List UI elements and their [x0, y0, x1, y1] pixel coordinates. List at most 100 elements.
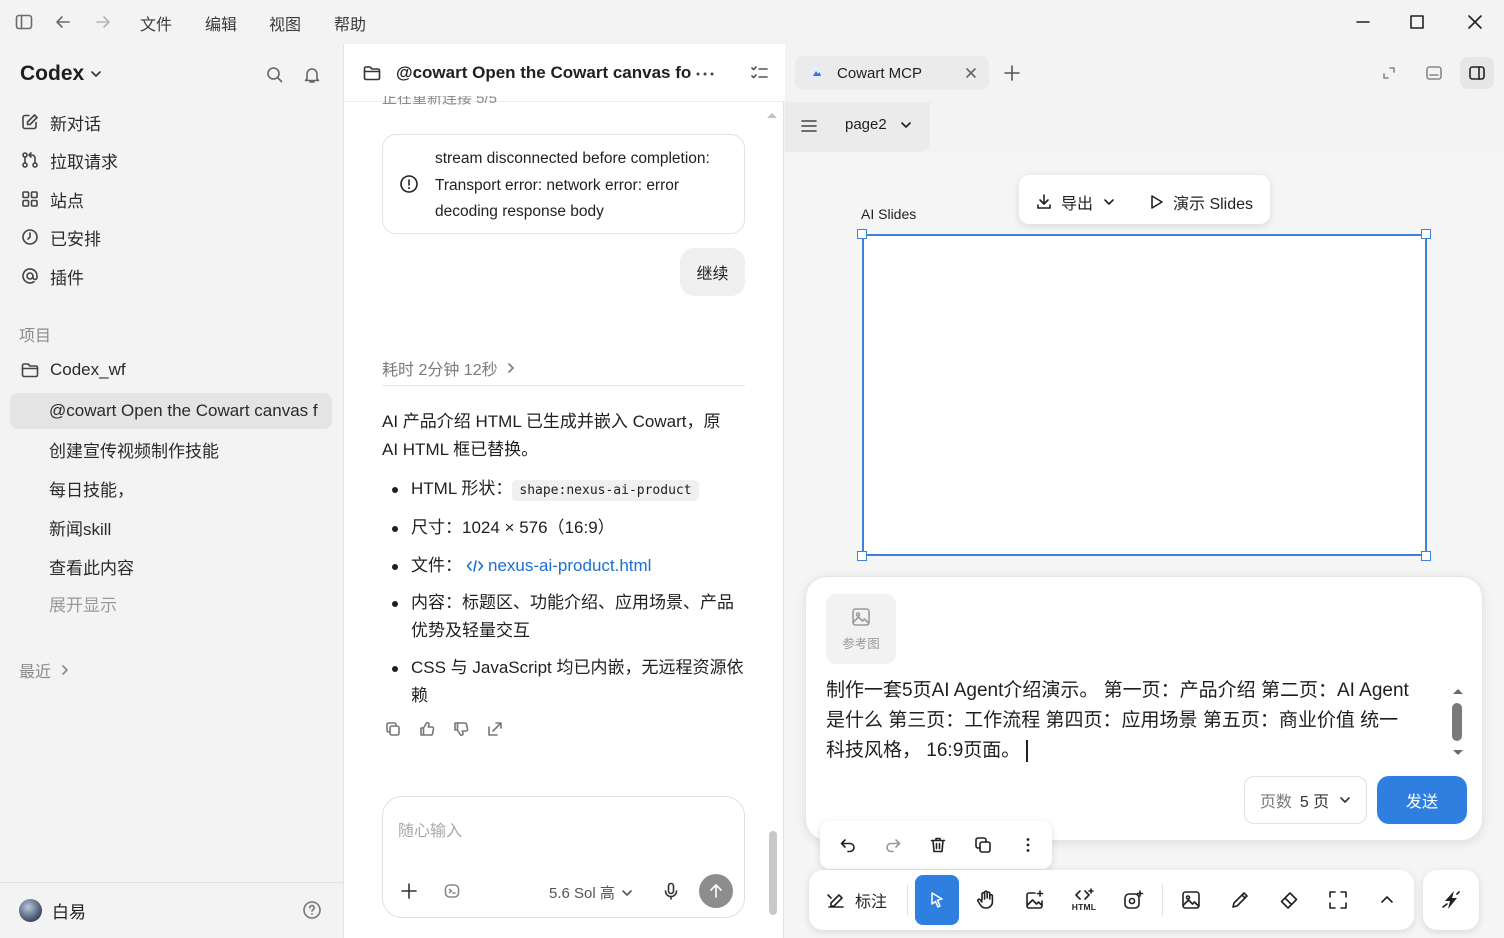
collapse-toolbar[interactable] — [1365, 876, 1409, 924]
thread-item[interactable]: 新闻skill — [10, 509, 332, 545]
html-tool[interactable]: HTML — [1062, 876, 1106, 924]
reference-image-button[interactable]: 参考图 — [826, 594, 896, 664]
add-icon[interactable] — [399, 881, 419, 901]
expand-icon[interactable] — [1380, 64, 1398, 82]
agent-icon[interactable] — [443, 882, 461, 900]
bullet-dot — [392, 564, 398, 570]
page-count-label: 页数 — [1259, 794, 1292, 811]
nav-plugins[interactable]: 插件 — [10, 258, 332, 294]
menu-edit[interactable]: 编辑 — [205, 11, 237, 35]
export-button[interactable]: 导出 — [1035, 190, 1115, 214]
divider — [0, 882, 343, 883]
slides-frame[interactable] — [862, 234, 1427, 556]
share-icon[interactable] — [486, 720, 504, 738]
thread-item[interactable]: 每日技能， — [10, 470, 332, 506]
image-icon — [852, 608, 870, 626]
search-icon[interactable] — [265, 65, 285, 85]
scrollbar-thumb[interactable] — [1452, 703, 1462, 741]
resize-handle[interactable] — [1421, 229, 1431, 239]
more-icon[interactable] — [694, 64, 716, 84]
resize-handle[interactable] — [1421, 551, 1431, 561]
tab-cowart-mcp[interactable]: Cowart MCP — [795, 56, 989, 90]
menu-view[interactable]: 视图 — [269, 11, 301, 35]
edit-icon — [22, 114, 38, 130]
file-link[interactable]: nexus-ai-product.html — [488, 552, 651, 580]
project-folder[interactable]: Codex_wf — [10, 352, 332, 388]
app-switcher[interactable]: Codex — [20, 62, 104, 86]
back-arrow-icon[interactable] — [53, 12, 73, 32]
clock-icon — [22, 229, 38, 245]
panel-right-toggle[interactable] — [1460, 57, 1494, 89]
more-vertical-icon[interactable] — [1006, 821, 1050, 869]
nav-sites[interactable]: 站点 — [10, 181, 332, 217]
resize-handle[interactable] — [857, 229, 867, 239]
copy-icon[interactable] — [384, 720, 402, 738]
pen-tool[interactable] — [1218, 876, 1262, 924]
panel-right-icon — [1469, 66, 1485, 80]
page-count-value: 5 页 — [1299, 794, 1330, 811]
sidebar-toggle-icon[interactable] — [14, 12, 34, 32]
reconnect-status: 正在重新连接 5/5 — [382, 96, 682, 110]
elapsed-toggle[interactable]: 耗时 2分钟 12秒 — [382, 356, 518, 380]
quick-action-button[interactable] — [1423, 870, 1479, 930]
bullet-inline: CSS 与 JavaScript 均已内嵌，无远程资源依 赖 — [411, 654, 744, 710]
frame-tool[interactable] — [1316, 876, 1360, 924]
trash-icon[interactable] — [916, 821, 960, 869]
annotate-button[interactable]: 标注 — [825, 888, 887, 912]
nav-pull-requests[interactable]: 拉取请求 — [10, 142, 332, 178]
prompt-textarea[interactable]: 制作一套5页AI Agent介绍演示。 第一页：产品介绍 第二页：AI Agen… — [826, 676, 1451, 766]
thread-item[interactable]: 查看此内容 — [10, 548, 332, 584]
model-selector[interactable]: 5.6 Sol 高 — [549, 882, 634, 903]
close-tab-icon[interactable] — [964, 66, 978, 80]
bullet-label: HTML 形状： — [411, 479, 513, 498]
chat-input[interactable]: 随心输入 — [398, 817, 462, 841]
bullet-line: 赖 — [411, 686, 428, 705]
ai-tool[interactable] — [1111, 876, 1155, 924]
help-icon[interactable] — [302, 900, 322, 920]
page-selector[interactable]: page2 — [845, 116, 913, 133]
select-tool[interactable] — [915, 875, 959, 925]
scroll-up-icon[interactable] — [766, 111, 778, 119]
scroll-up-icon[interactable] — [1452, 687, 1464, 695]
bullet-dot — [392, 526, 398, 532]
bell-icon[interactable] — [302, 65, 322, 85]
menu-file[interactable]: 文件 — [140, 11, 172, 35]
thumbs-up-icon[interactable] — [418, 720, 436, 738]
thread-item[interactable]: @cowart Open the Cowart canvas f — [10, 393, 332, 429]
menu-help[interactable]: 帮助 — [334, 11, 366, 35]
recent-section[interactable]: 最近 — [19, 658, 73, 682]
thumbs-down-icon[interactable] — [452, 720, 470, 738]
list-icon[interactable] — [748, 63, 770, 83]
folder-icon — [21, 363, 39, 378]
tab-title: Cowart MCP — [837, 64, 923, 82]
maximize-icon[interactable] — [1405, 10, 1429, 34]
submit-button[interactable] — [699, 874, 733, 908]
send-button[interactable]: 发送 — [1377, 776, 1467, 824]
title-bar: 文件 编辑 视图 帮助 — [0, 0, 1504, 44]
scrollbar-thumb[interactable] — [769, 831, 777, 915]
hand-tool[interactable] — [964, 876, 1008, 924]
scroll-down-icon[interactable] — [1452, 749, 1464, 757]
close-icon[interactable] — [1463, 10, 1487, 34]
forward-arrow-icon[interactable] — [93, 12, 113, 32]
user-profile[interactable]: 白易 — [19, 898, 86, 923]
eraser-tool[interactable] — [1267, 876, 1311, 924]
thread-item[interactable]: 创建宣传视频制作技能 — [10, 431, 332, 467]
panel-bottom-icon[interactable] — [1424, 63, 1444, 83]
present-button[interactable]: 演示 Slides — [1147, 190, 1253, 214]
nav-scheduled[interactable]: 已安排 — [10, 219, 332, 255]
undo-icon[interactable] — [826, 821, 870, 869]
page-count-select[interactable]: 页数 5 页 — [1244, 776, 1367, 824]
minimize-icon[interactable] — [1351, 10, 1375, 34]
resize-handle[interactable] — [857, 551, 867, 561]
microphone-icon[interactable] — [661, 881, 681, 901]
nav-new-chat[interactable]: 新对话 — [10, 104, 332, 140]
expand-threads-button[interactable]: 展开显示 — [10, 585, 332, 621]
redo-icon[interactable] — [871, 821, 915, 869]
duplicate-icon[interactable] — [961, 821, 1005, 869]
ai-image-tool[interactable] — [1013, 876, 1057, 924]
canvas-app-icon — [810, 66, 824, 80]
new-tab-icon[interactable] — [1002, 63, 1022, 83]
hamburger-icon[interactable] — [800, 117, 818, 135]
image-tool[interactable] — [1169, 876, 1213, 924]
